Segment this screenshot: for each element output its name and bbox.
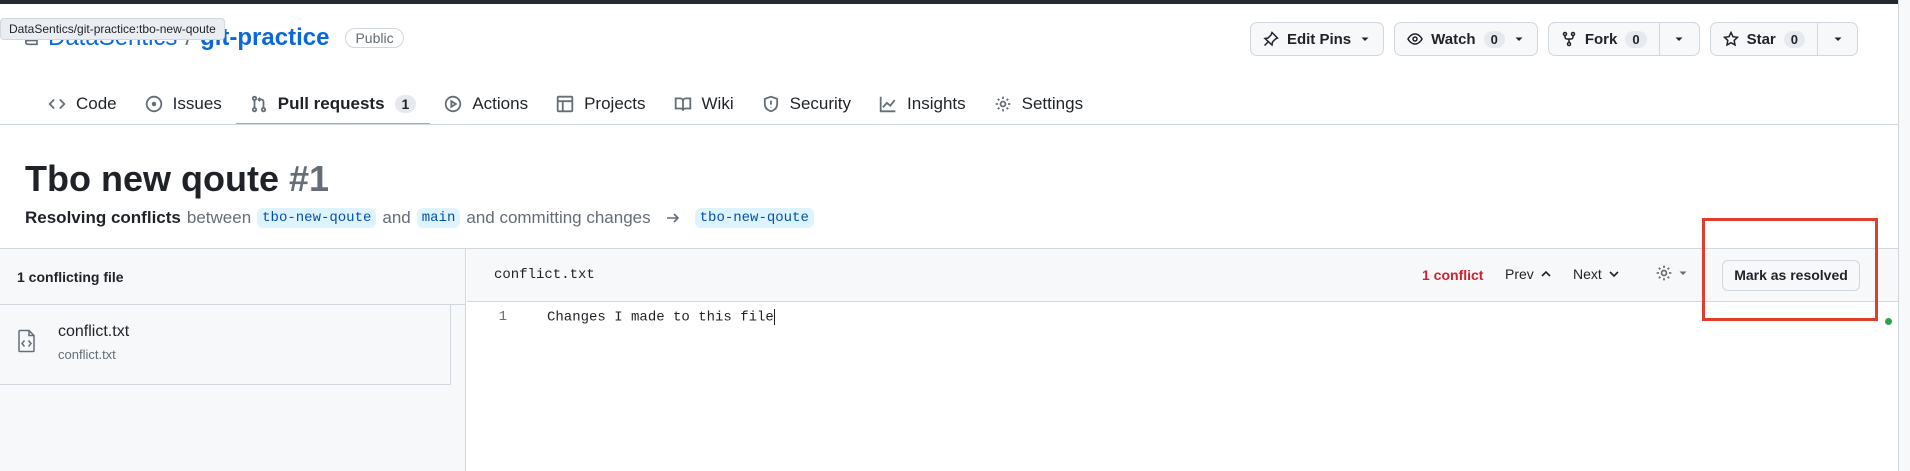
page-title: Tbo new qoute #1 [25,158,329,200]
conflict-file-name: conflict.txt [58,323,130,340]
caret-down-icon [1361,37,1369,41]
conflict-count: 1 conflict [1422,267,1484,283]
tab-pull-requests[interactable]: Pull requests 1 [235,84,431,125]
tab-label: Wiki [701,94,734,113]
star-dropdown-button[interactable] [1817,23,1857,55]
fork-button-group[interactable]: Fork 0 [1547,22,1700,56]
tab-code[interactable]: Code [34,84,131,124]
pr-subtitle: Resolving conflicts between tbo-new-qout… [25,208,814,228]
tab-label: Pull requests [277,94,385,113]
table-icon [556,95,574,113]
tab-security[interactable]: Security [748,84,865,124]
tab-label: Settings [1021,94,1084,113]
editor-filename: conflict.txt [494,267,595,283]
fork-dropdown-button[interactable] [1658,23,1699,55]
arrow-right-icon [666,213,679,223]
play-icon [445,95,462,113]
prev-label: Prev [1505,266,1534,282]
star-icon [1722,31,1739,47]
caret-down-icon [1515,37,1523,41]
code-line[interactable]: 1 Changes I made to this file [467,309,775,326]
pull-request-icon [251,95,266,113]
head-branch-label[interactable]: tbo-new-qoute [257,208,377,228]
file-code-icon [18,329,35,353]
tab-issues[interactable]: Issues [131,84,236,124]
conflict-file-path: conflict.txt [58,347,116,362]
base-branch-label[interactable]: main [416,208,461,228]
resolving-conflicts-label: Resolving conflicts [25,208,181,227]
next-label: Next [1573,266,1602,282]
tab-wiki[interactable]: Wiki [660,84,748,124]
fork-icon [1562,31,1576,47]
tab-label: Insights [907,94,966,113]
star-button[interactable]: Star 0 [1711,23,1817,55]
star-label: Star [1746,30,1776,48]
fork-label: Fork [1584,30,1618,48]
next-conflict-button[interactable]: Next [1573,266,1620,282]
annotation-highlight-box [1702,218,1878,321]
watch-label: Watch [1431,30,1476,48]
tab-label: Security [789,94,852,113]
gear-icon [995,96,1010,112]
issue-icon [145,95,162,113]
status-dot [1885,318,1892,325]
tab-insights[interactable]: Insights [865,84,980,124]
chevron-down-icon [1609,271,1619,278]
book-icon [674,97,691,111]
committing-text: and committing changes [466,208,651,227]
tab-label: Projects [584,94,646,113]
edit-pins-label: Edit Pins [1286,30,1352,48]
nav-divider [0,124,1898,125]
watch-main[interactable]: Watch 0 [1395,23,1537,55]
browser-top-bar [0,0,1910,4]
conflict-file-item[interactable]: conflict.txt conflict.txt [0,305,451,385]
tab-label: Code [76,94,117,113]
visibility-badge: Public [345,28,404,48]
between-text: between [186,208,252,227]
editor-settings-button[interactable] [1655,264,1689,282]
tab-label: Actions [472,94,529,113]
shield-icon [763,95,778,113]
conflict-resolver: 1 conflicting file conflict.txt conflict… [0,248,1898,471]
pr-title-text: Tbo new qoute [25,158,279,199]
scrollbar-track[interactable] [1898,0,1910,471]
conflicting-files-header: 1 conflicting file [0,249,465,305]
code-icon [48,98,66,110]
chevron-up-icon [1541,270,1551,277]
link-tooltip: DataSentics/git-practice:tbo-new-qoute [0,18,225,40]
pin-icon [1263,31,1279,47]
conflict-editor: conflict.txt 1 conflict Prev Next Mark a… [467,249,1898,471]
tab-projects[interactable]: Projects [542,84,659,124]
fork-button[interactable]: Fork 0 [1549,23,1659,55]
repo-actions: Edit Pins Watch 0 Fork 0 Star 0 [1249,22,1858,56]
eye-icon [1407,33,1423,45]
code-text-content: Changes I made to this file [547,309,774,326]
watch-button[interactable]: Watch 0 [1394,22,1538,56]
gear-icon [1656,265,1672,281]
prev-conflict-button[interactable]: Prev [1505,266,1552,282]
fork-count: 0 [1625,30,1647,48]
edit-pins-main[interactable]: Edit Pins [1251,23,1383,55]
tab-actions[interactable]: Actions [430,84,542,124]
caret-down-icon [1675,37,1683,41]
graph-icon [879,96,896,113]
text-cursor [773,309,775,325]
repo-nav-tabs: Code Issues Pull requests 1 Actions Proj… [34,84,1097,125]
tab-label: Issues [172,94,222,113]
target-branch-label[interactable]: tbo-new-qoute [694,208,814,228]
editor-toolbar: conflict.txt 1 conflict Prev Next Mark a… [467,249,1898,302]
edit-pins-button[interactable]: Edit Pins [1249,22,1385,56]
pull-requests-count: 1 [394,95,417,113]
and-text: and [382,208,411,227]
tab-settings[interactable]: Settings [980,84,1097,124]
watch-count: 0 [1483,30,1505,48]
star-button-group[interactable]: Star 0 [1709,22,1858,56]
caret-down-icon [1679,271,1687,275]
caret-down-icon [1834,37,1841,41]
line-number: 1 [498,309,507,325]
code-text[interactable]: Changes I made to this file [547,309,775,326]
pr-number: #1 [288,158,330,199]
star-count: 0 [1783,30,1805,48]
conflicting-files-panel: 1 conflicting file conflict.txt conflict… [0,249,466,471]
